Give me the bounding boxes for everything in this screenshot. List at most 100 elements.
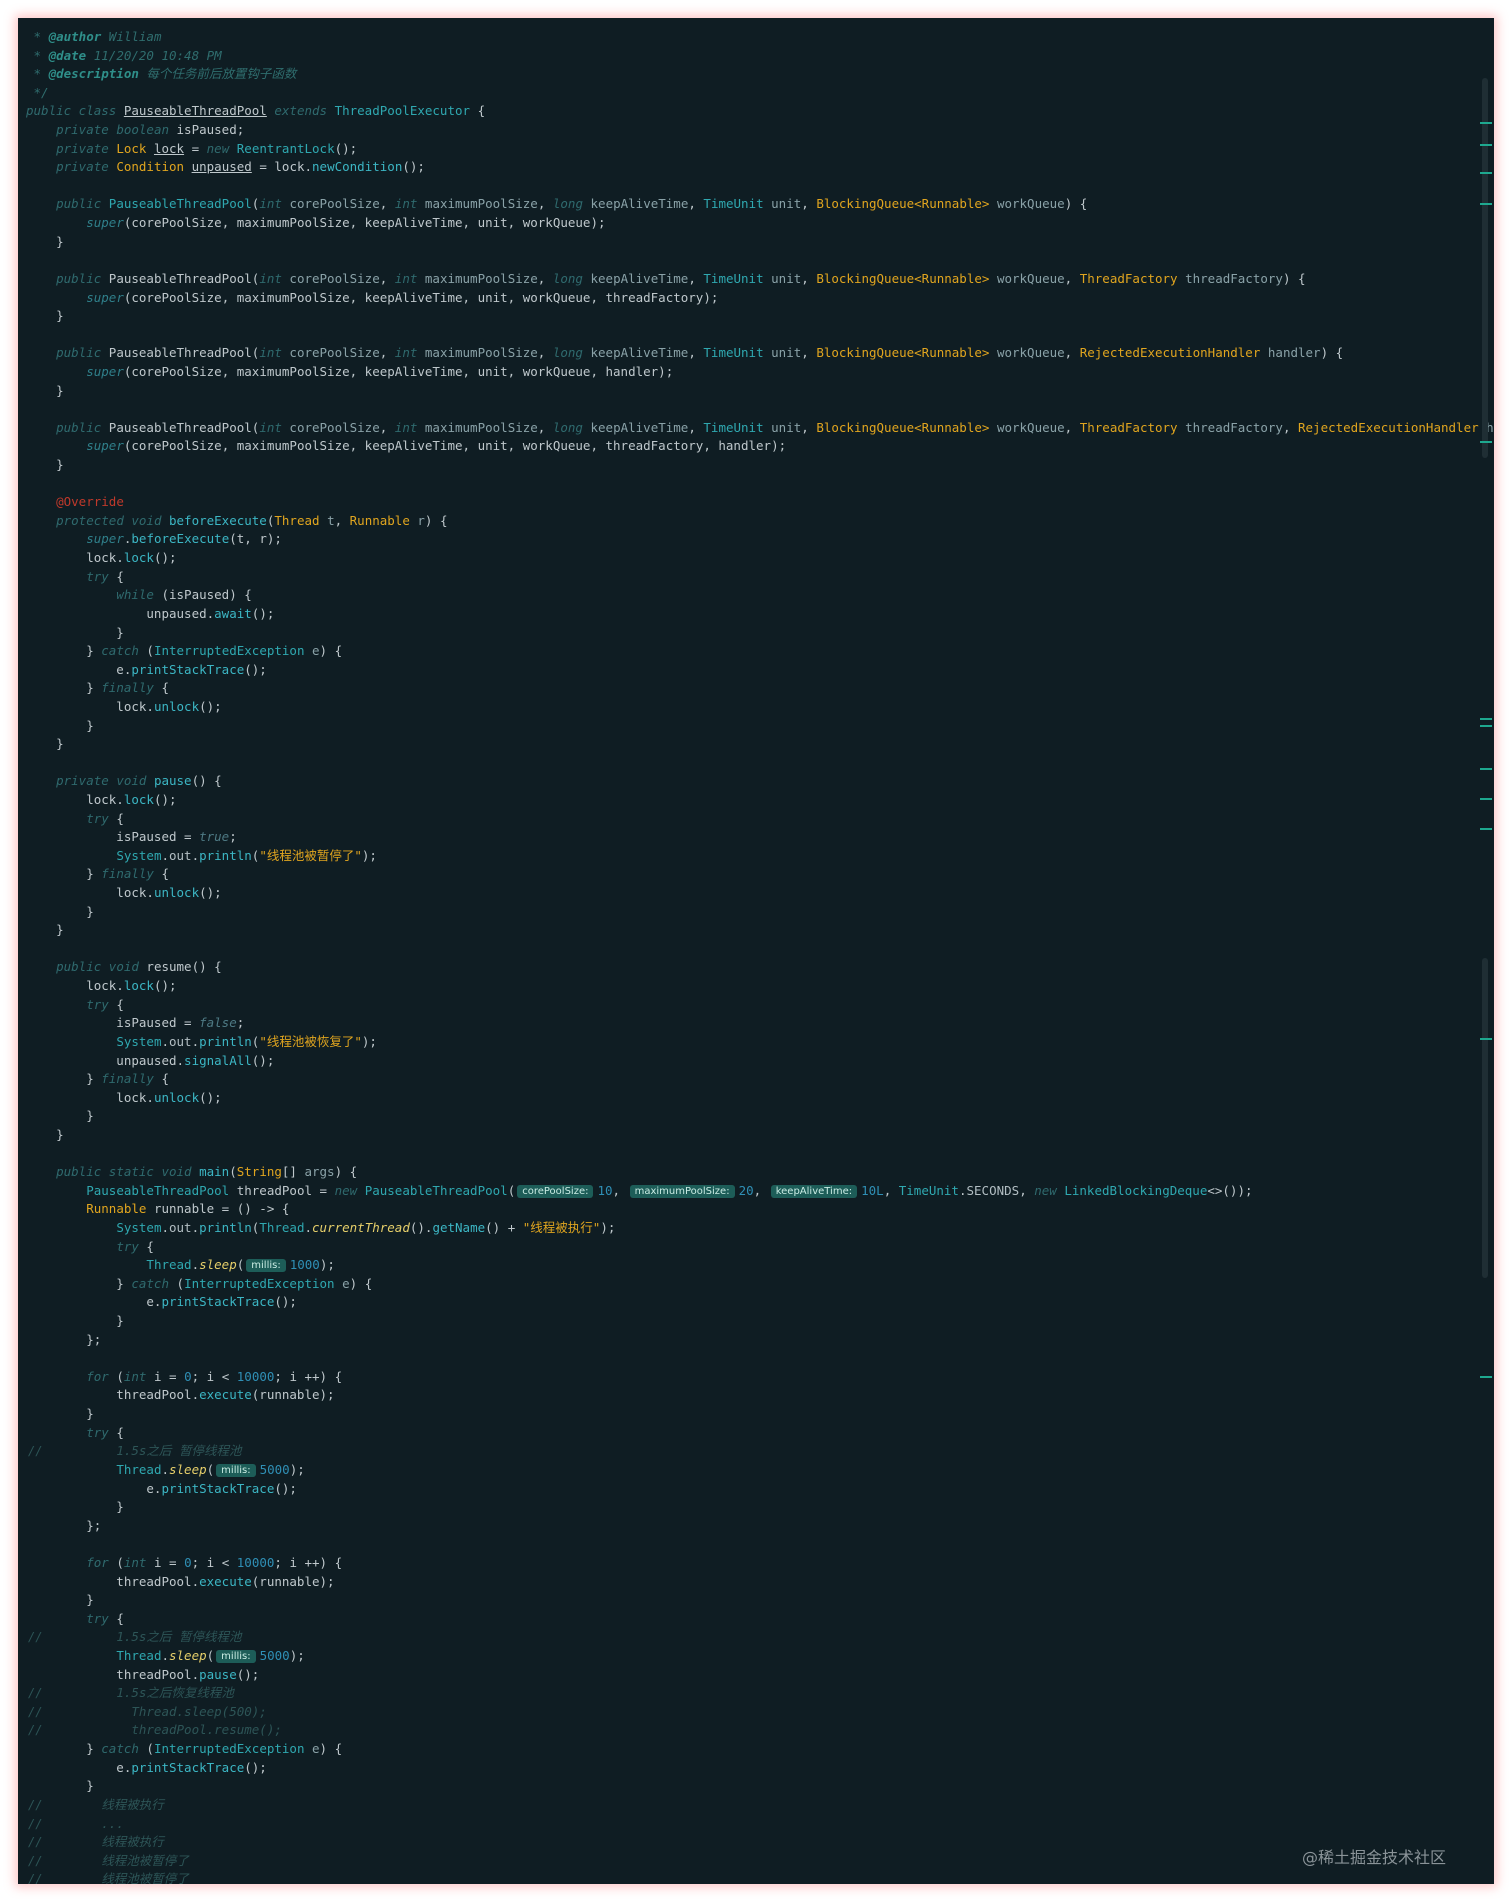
code-line[interactable]: } [26,1498,1480,1517]
code-line[interactable]: lock.lock(); [26,977,1480,996]
code-line[interactable]: isPaused = true; [26,828,1480,847]
code-line[interactable]: e.printStackTrace(); [26,1480,1480,1499]
code-line[interactable]: PauseableThreadPool threadPool = new Pau… [26,1182,1480,1201]
code-line[interactable] [26,1349,1480,1368]
code-line[interactable]: } [26,233,1480,252]
code-line[interactable]: * @description 每个任务前后放置钩子函数 [26,65,1480,84]
code-line[interactable]: } [26,382,1480,401]
code-line[interactable]: } [26,1107,1480,1126]
code-line[interactable]: lock.lock(); [26,791,1480,810]
code-line[interactable]: } [26,1405,1480,1424]
code-line[interactable]: // 1.5s之后 暂停线程池 [26,1442,1480,1461]
code-line[interactable]: // 线程池被暂停了 [26,1870,1480,1884]
code-line[interactable]: super(corePoolSize, maximumPoolSize, kee… [26,289,1480,308]
scrollbar-thumb-secondary[interactable] [1482,958,1488,1278]
code-line[interactable]: e.printStackTrace(); [26,661,1480,680]
code-line[interactable]: for (int i = 0; i < 10000; i ++) { [26,1368,1480,1387]
code-line[interactable]: System.out.println(Thread.currentThread(… [26,1219,1480,1238]
code-line[interactable]: super(corePoolSize, maximumPoolSize, kee… [26,437,1480,456]
code-line[interactable]: public class PauseableThreadPool extends… [26,102,1480,121]
code-line[interactable]: } [26,735,1480,754]
code-line[interactable]: lock.unlock(); [26,1089,1480,1108]
code-line[interactable] [26,940,1480,959]
code-line[interactable]: unpaused.signalAll(); [26,1052,1480,1071]
code-line[interactable]: private void pause() { [26,772,1480,791]
code-line[interactable] [26,1535,1480,1554]
code-line[interactable]: Thread.sleep(millis: 1000); [26,1256,1480,1275]
code-line[interactable]: super(corePoolSize, maximumPoolSize, kee… [26,363,1480,382]
code-line[interactable]: private boolean isPaused; [26,121,1480,140]
code-line[interactable]: } [26,903,1480,922]
code-line[interactable]: try { [26,568,1480,587]
code-line[interactable]: threadPool.pause(); [26,1666,1480,1685]
code-line[interactable]: // 1.5s之后恢复线程池 [26,1684,1480,1703]
code-line[interactable]: // ... [26,1815,1480,1834]
code-line[interactable] [26,475,1480,494]
code-line[interactable]: Runnable runnable = () -> { [26,1200,1480,1219]
code-line[interactable]: } finally { [26,865,1480,884]
code-line[interactable]: try { [26,810,1480,829]
code-line[interactable]: */ [26,84,1480,103]
code-line[interactable]: } catch (InterruptedException e) { [26,642,1480,661]
code-line[interactable] [26,400,1480,419]
code-line[interactable]: // threadPool.resume(); [26,1721,1480,1740]
code-line[interactable]: e.printStackTrace(); [26,1293,1480,1312]
code-line[interactable]: threadPool.execute(runnable); [26,1386,1480,1405]
code-line[interactable]: try { [26,1424,1480,1443]
code-line[interactable]: lock.lock(); [26,549,1480,568]
code-line[interactable]: * @author William [26,28,1480,47]
code-line[interactable]: super(corePoolSize, maximumPoolSize, kee… [26,214,1480,233]
scrollbar-thumb[interactable] [1482,78,1488,458]
code-line[interactable]: private Condition unpaused = lock.newCon… [26,158,1480,177]
code-line[interactable] [26,326,1480,345]
code-line[interactable]: public PauseableThreadPool(int corePoolS… [26,195,1480,214]
code-line[interactable]: // Thread.sleep(500); [26,1703,1480,1722]
code-line[interactable]: while (isPaused) { [26,586,1480,605]
code-line[interactable]: for (int i = 0; i < 10000; i ++) { [26,1554,1480,1573]
code-line[interactable] [26,177,1480,196]
code-line[interactable]: * @date 11/20/20 10:48 PM [26,47,1480,66]
code-line[interactable]: } [26,1126,1480,1145]
code-line[interactable]: // 1.5s之后 暂停线程池 [26,1628,1480,1647]
code-line[interactable]: }; [26,1331,1480,1350]
code-line[interactable]: public void resume() { [26,958,1480,977]
code-line[interactable]: } [26,307,1480,326]
code-line[interactable]: public static void main(String[] args) { [26,1163,1480,1182]
code-line[interactable]: System.out.println("线程池被恢复了"); [26,1033,1480,1052]
code-line[interactable] [26,754,1480,773]
code-line[interactable]: // 线程池被暂停了 [26,1852,1480,1871]
code-line[interactable]: Thread.sleep(millis: 5000); [26,1461,1480,1480]
code-line[interactable]: public PauseableThreadPool(int corePoolS… [26,344,1480,363]
code-line[interactable]: lock.unlock(); [26,698,1480,717]
code-line[interactable]: } catch (InterruptedException e) { [26,1740,1480,1759]
code-line[interactable]: // 线程被执行 [26,1796,1480,1815]
code-line[interactable]: Thread.sleep(millis: 5000); [26,1647,1480,1666]
code-line[interactable]: } finally { [26,1070,1480,1089]
code-area[interactable]: * @author William * @date 11/20/20 10:48… [26,28,1494,1884]
code-line[interactable]: protected void beforeExecute(Thread t, R… [26,512,1480,531]
code-line[interactable]: @Override [26,493,1480,512]
code-line[interactable]: } [26,717,1480,736]
code-line[interactable]: public PauseableThreadPool(int corePoolS… [26,419,1494,438]
code-line[interactable]: public PauseableThreadPool(int corePoolS… [26,270,1480,289]
code-line[interactable] [26,1145,1480,1164]
code-line[interactable]: lock.unlock(); [26,884,1480,903]
code-line[interactable]: } [26,1777,1480,1796]
vertical-scrollbar[interactable] [1482,78,1488,1868]
code-line[interactable]: } catch (InterruptedException e) { [26,1275,1480,1294]
code-line[interactable]: }; [26,1517,1480,1536]
code-line[interactable]: } [26,1591,1480,1610]
code-line[interactable]: try { [26,996,1480,1015]
code-line[interactable]: private Lock lock = new ReentrantLock(); [26,140,1480,159]
code-line[interactable]: // 线程被执行 [26,1833,1480,1852]
code-line[interactable]: } [26,624,1480,643]
code-line[interactable]: super.beforeExecute(t, r); [26,530,1480,549]
code-line[interactable]: isPaused = false; [26,1014,1480,1033]
code-line[interactable]: unpaused.await(); [26,605,1480,624]
code-line[interactable]: System.out.println("线程池被暂停了"); [26,847,1480,866]
code-line[interactable]: try { [26,1610,1480,1629]
code-line[interactable]: } [26,921,1480,940]
code-line[interactable]: threadPool.execute(runnable); [26,1573,1480,1592]
code-line[interactable] [26,251,1480,270]
code-line[interactable]: try { [26,1238,1480,1257]
